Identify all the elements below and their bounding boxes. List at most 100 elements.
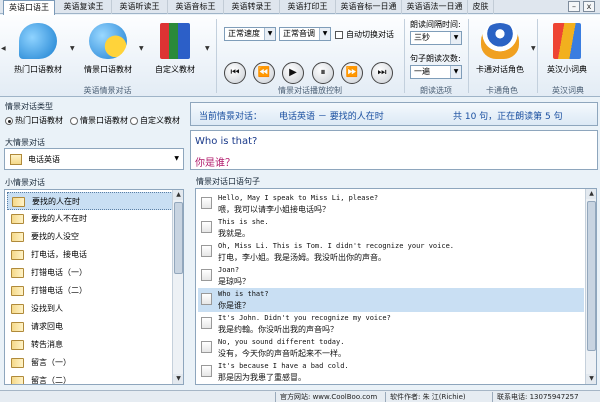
big-dialog-select[interactable]: 电话英语 ▼ <box>4 148 184 170</box>
hot-material-dropdown-icon[interactable]: ▼ <box>70 45 75 52</box>
current-sentence-english: Who is that? <box>195 136 258 147</box>
sentence-scrollbar[interactable]: ▲ ▼ <box>585 189 596 384</box>
sentence-row[interactable]: Oh, Miss Li. This is Tom. I didn't recog… <box>198 240 584 264</box>
chat-bubbles-icon <box>19 23 57 59</box>
type-radio-hot[interactable]: 热门口语教材 <box>5 115 63 126</box>
reading-progress-text: 共 10 句，正在朗读第 5 句 <box>453 112 563 122</box>
list-item[interactable]: 没找到人 <box>7 300 175 318</box>
list-item[interactable]: 请求回电 <box>7 318 175 336</box>
checkbox-box <box>335 30 343 39</box>
scene-material-dropdown-icon[interactable]: ▼ <box>139 45 144 52</box>
cartoon-role-dropdown-icon[interactable]: ▼ <box>531 45 536 52</box>
radio-button <box>5 116 13 125</box>
list-item[interactable]: 留言（二） <box>7 372 175 384</box>
type-radio-scene[interactable]: 情景口语教材 <box>70 115 128 126</box>
custom-material-dropdown-icon[interactable]: ▼ <box>205 45 210 52</box>
chevron-down-icon: ▼ <box>174 155 179 162</box>
rewind-button[interactable]: ⏪ <box>253 62 275 84</box>
list-item[interactable]: 打电话，接电话 <box>7 246 175 264</box>
pause-icon: ⏸ <box>320 67 326 78</box>
list-item[interactable]: 要找的人在时 <box>7 192 175 210</box>
sentence-row-selected[interactable]: Who is that? 你是谁？ <box>198 288 584 312</box>
group-separator <box>404 19 405 93</box>
book-icon <box>11 214 24 224</box>
book-icon <box>11 304 24 314</box>
voice-select[interactable]: 正常音调 ▼ <box>279 27 331 41</box>
book-icon <box>11 376 24 384</box>
group-caption-dictionary: 英汉词典 <box>552 86 584 95</box>
scroll-down-icon[interactable]: ▼ <box>173 374 183 384</box>
skip-last-button[interactable]: ⏭ <box>371 62 393 84</box>
scroll-left-icon[interactable]: ◀ <box>1 45 6 52</box>
scroll-down-icon[interactable]: ▼ <box>586 374 596 384</box>
list-item[interactable]: 要找的人不在时 <box>7 210 175 228</box>
tab-skin[interactable]: 皮肤 <box>468 0 494 14</box>
tab-repeat-king[interactable]: 英语复读王 <box>56 0 112 14</box>
sentence-row[interactable]: It's because I have a bad cold. 那是因为我患了重感… <box>198 360 584 384</box>
dialog-type-heading: 情景对话类型 <box>5 102 53 111</box>
scene-material-button[interactable]: 情景口语教材 <box>78 23 138 81</box>
book-icon <box>11 340 24 350</box>
speaker-avatar-icon <box>201 365 212 377</box>
sentences-heading: 情景对话口语句子 <box>196 177 260 186</box>
status-separator <box>275 392 276 402</box>
sentence-row[interactable]: This is she. 我就是。 <box>198 216 584 240</box>
auto-switch-checkbox[interactable]: 自动切换对话 <box>335 29 394 40</box>
tab-speaking-king[interactable]: 英语口语王 <box>3 0 55 15</box>
book-icon <box>11 232 24 242</box>
cartoon-role-button[interactable]: 卡通对话角色 <box>470 23 530 81</box>
sentence-row[interactable]: No, you sound different today. 没有，今天你的声音听… <box>198 336 584 360</box>
skip-first-icon: ⏮ <box>230 67 240 78</box>
speed-select[interactable]: 正常速度 ▼ <box>224 27 276 41</box>
tab-phonetic-king[interactable]: 英语音标王 <box>168 0 224 14</box>
list-item[interactable]: 转告消息 <box>7 336 175 354</box>
interval-select[interactable]: 三秒 ▼ <box>410 31 462 45</box>
tab-grammar-oneday[interactable]: 英语语法一日通 <box>402 0 468 14</box>
group-caption-scene: 英语情景对话 <box>83 86 132 95</box>
big-dialog-heading: 大情景对话 <box>5 138 45 147</box>
status-separator <box>385 392 386 402</box>
repeat-select[interactable]: 一遍 ▼ <box>410 65 462 79</box>
list-item[interactable]: 要找的人没空 <box>7 228 175 246</box>
close-button[interactable]: x <box>583 1 595 12</box>
tab-phonetic-oneday[interactable]: 英语音标一日通 <box>336 0 402 14</box>
scroll-up-icon[interactable]: ▲ <box>586 189 596 199</box>
scroll-up-icon[interactable]: ▲ <box>173 190 183 200</box>
speaker-avatar-icon <box>201 341 212 353</box>
book-icon <box>11 286 24 296</box>
scrollbar-thumb[interactable] <box>587 201 596 351</box>
scrollbar-thumb[interactable] <box>174 202 183 274</box>
group-caption-character: 卡通角色 <box>486 86 518 95</box>
chevron-down-icon: ▼ <box>450 66 461 78</box>
custom-material-button[interactable]: 自定义教材 <box>145 23 205 81</box>
status-phone: 联系电话: 13075947257 <box>497 393 579 401</box>
current-scene-value: 电话英语 － 要找的人在时 <box>279 112 384 122</box>
small-dialog-list: 要找的人在时 要找的人不在时 要找的人没空 打电话，接电话 打错电话（一） 打错… <box>4 189 184 385</box>
radio-button <box>70 116 78 125</box>
current-sentence-panel: Who is that? 你是谁？ <box>190 130 598 170</box>
sentence-row[interactable]: Hello, May I speak to Miss Li, please? 喂，… <box>198 192 584 216</box>
sentence-row[interactable]: It's John. Didn't you recognize my voice… <box>198 312 584 336</box>
skip-first-button[interactable]: ⏮ <box>224 62 246 84</box>
list-item[interactable]: 打错电话（一） <box>7 264 175 282</box>
dictionary-button[interactable]: 英汉小词典 <box>538 23 596 81</box>
toolbar: ◀ 热门口语教材 ▼ 情景口语教材 ▼ 自定义教材 ▼ 英语情景对话 正常速度 ▼… <box>0 15 600 97</box>
minimize-button[interactable]: – <box>568 1 580 12</box>
hot-material-button[interactable]: 热门口语教材 <box>8 23 68 81</box>
list-item[interactable]: 留言（一） <box>7 354 175 372</box>
speaker-avatar-icon <box>201 221 212 233</box>
binders-icon <box>160 23 190 59</box>
fast-forward-button[interactable]: ⏩ <box>341 62 363 84</box>
tab-bar: 英语口语王 英语复读王 英语听读王 英语音标王 英语转录王 英语打印王 英语音标… <box>0 0 600 15</box>
chevron-down-icon: ▼ <box>319 28 330 40</box>
pause-button[interactable]: ⏸ <box>312 62 334 84</box>
list-scrollbar[interactable]: ▲ ▼ <box>172 190 183 384</box>
tab-listen-read-king[interactable]: 英语听读王 <box>112 0 168 14</box>
speaker-avatar-icon <box>201 245 212 257</box>
tab-transcribe-king[interactable]: 英语转录王 <box>224 0 280 14</box>
play-button[interactable]: ▶ <box>282 62 304 84</box>
type-radio-custom[interactable]: 自定义教材 <box>130 115 180 126</box>
tab-print-king[interactable]: 英语打印王 <box>280 0 336 14</box>
list-item[interactable]: 打错电话（二） <box>7 282 175 300</box>
sentence-row[interactable]: Joan? 是琼吗？ <box>198 264 584 288</box>
